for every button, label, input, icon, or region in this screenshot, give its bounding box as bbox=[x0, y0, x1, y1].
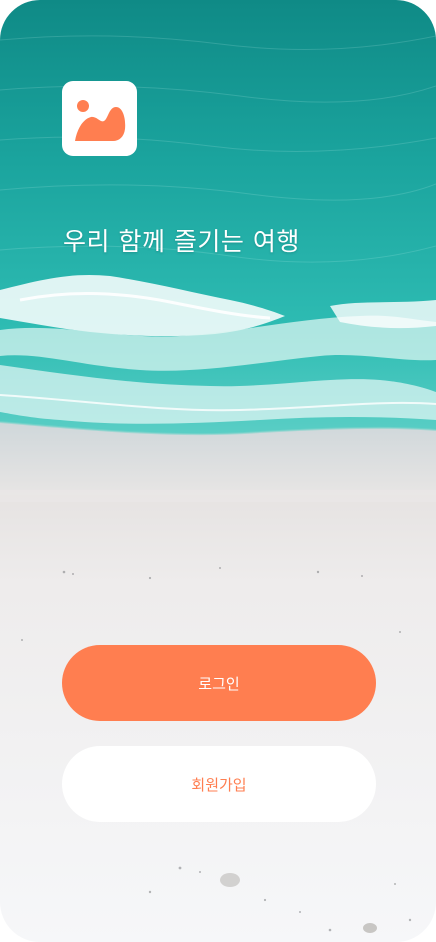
app-screen: 우리 함께 즐기는 여행 로그인 회원가입 bbox=[0, 0, 436, 942]
app-logo bbox=[62, 81, 137, 156]
signup-button[interactable]: 회원가입 bbox=[62, 746, 376, 822]
signup-button-label: 회원가입 bbox=[191, 775, 247, 794]
tagline: 우리 함께 즐기는 여행 bbox=[63, 227, 300, 256]
login-button-label: 로그인 bbox=[198, 674, 240, 693]
login-button[interactable]: 로그인 bbox=[62, 645, 376, 721]
landscape-image-icon bbox=[74, 99, 125, 141]
